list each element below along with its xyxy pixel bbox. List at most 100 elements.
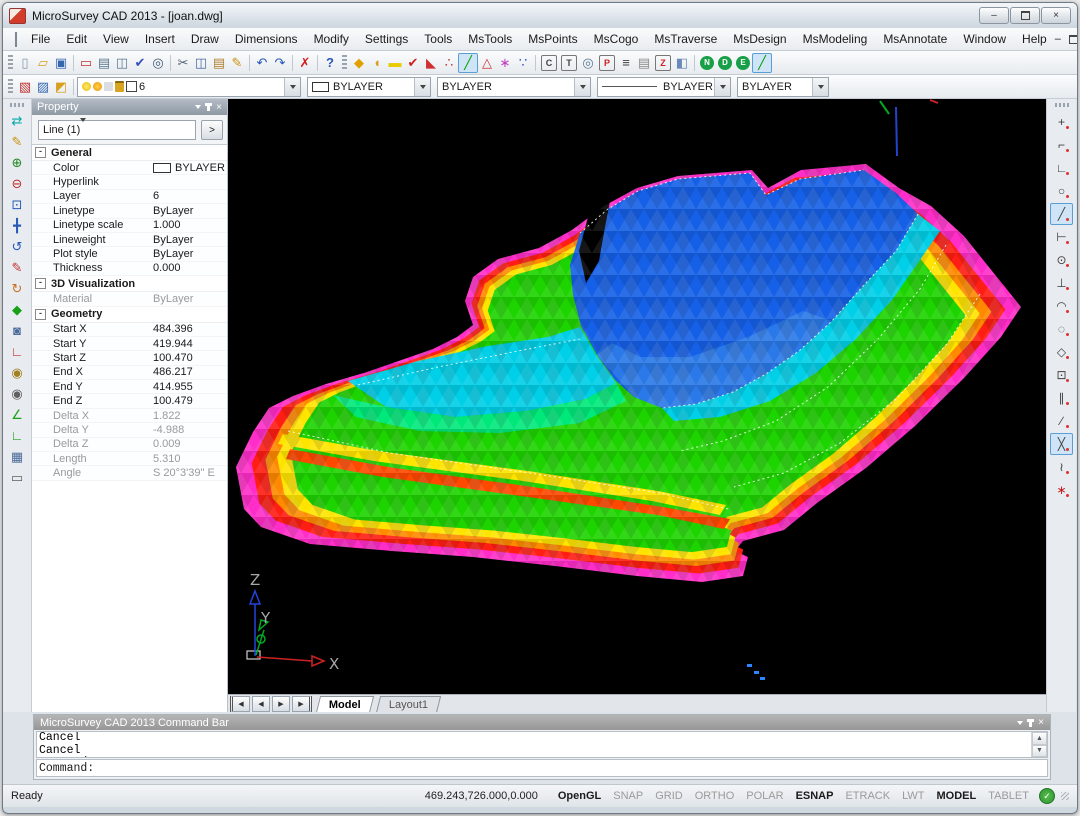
menu-mstools[interactable]: MsTools xyxy=(460,29,520,49)
camera-icon[interactable]: ◙ xyxy=(7,320,27,341)
orbit-icon[interactable]: ↻ xyxy=(7,278,27,299)
snap-parallel-icon[interactable]: ∥ xyxy=(1050,387,1073,409)
paste-icon[interactable]: ▤ xyxy=(210,54,228,72)
zoom-window-icon[interactable]: ⊡ xyxy=(7,194,27,215)
ms-notes-icon[interactable]: ▤ xyxy=(635,54,653,72)
ms-layers-icon[interactable]: ◧ xyxy=(673,54,691,72)
toggle-polar[interactable]: POLAR xyxy=(740,790,789,802)
tab-last-button[interactable]: ▶ xyxy=(292,696,312,712)
menu-draw[interactable]: Draw xyxy=(183,29,227,49)
toggle-esnap[interactable]: ESNAP xyxy=(790,790,840,802)
menu-mspoints[interactable]: MsPoints xyxy=(520,29,585,49)
cmd-close-icon[interactable]: × xyxy=(1038,717,1044,728)
ms-c-icon[interactable]: C xyxy=(541,55,557,71)
ms-t-icon[interactable]: T xyxy=(561,55,577,71)
snap-insertion-icon[interactable]: ⊡ xyxy=(1050,364,1073,386)
ms-check-icon[interactable]: ✔ xyxy=(404,54,422,72)
property-value[interactable]: 0.009 xyxy=(153,438,227,450)
command-history-scrollbar[interactable]: ▲ ▼ xyxy=(1031,732,1047,757)
snap-center-icon[interactable]: ⊙ xyxy=(1050,249,1073,271)
lineweight-combo-arrow[interactable] xyxy=(714,78,730,96)
lineweight-combo[interactable]: BYLAYER xyxy=(597,77,731,97)
snap-intersection-icon[interactable]: ╳ xyxy=(1050,433,1073,455)
ms-locate-icon[interactable]: ◆ xyxy=(350,54,368,72)
menu-mstraverse[interactable]: MsTraverse xyxy=(646,29,725,49)
command-bar-titlebar[interactable]: MicroSurvey CAD 2013 Command Bar × xyxy=(34,715,1050,730)
zoom-out-icon[interactable]: ⊖ xyxy=(7,173,27,194)
named-views-icon[interactable]: ✎ xyxy=(7,257,27,278)
layer-preview-icon[interactable]: ◩ xyxy=(52,78,70,96)
command-history[interactable]: Cancel Cancel Command: ▲ ▼ xyxy=(36,731,1048,758)
restore-button[interactable] xyxy=(1010,7,1040,24)
renderer-indicator[interactable]: OpenGL xyxy=(552,790,607,802)
selector-more-button[interactable]: > xyxy=(201,120,223,140)
mdi-minimize-button[interactable]: – xyxy=(1055,33,1061,45)
property-value[interactable]: 6 xyxy=(153,190,227,202)
snap-perpendicular-icon[interactable]: ⊥ xyxy=(1050,272,1073,294)
regen-icon[interactable]: ✎ xyxy=(7,131,27,152)
menu-dimensions[interactable]: Dimensions xyxy=(227,29,306,49)
menu-file[interactable]: File xyxy=(23,29,58,49)
ms-triangle-icon[interactable]: △ xyxy=(478,54,496,72)
print-preview-icon[interactable]: ◫ xyxy=(113,54,131,72)
menu-msannotate[interactable]: MsAnnotate xyxy=(875,29,955,49)
redo-icon[interactable]: ↷ xyxy=(271,54,289,72)
snap-quadrant-icon[interactable]: ◇ xyxy=(1050,341,1073,363)
snap-node-icon[interactable]: ◌ xyxy=(1050,318,1073,340)
redraw-icon[interactable]: ⇄ xyxy=(7,110,27,131)
plot-area-icon[interactable]: ▭ xyxy=(77,54,95,72)
property-section-header[interactable]: -General xyxy=(32,145,227,161)
snap-apparent-icon[interactable]: ∕ xyxy=(1050,410,1073,432)
linetype-combo[interactable]: BYLAYER xyxy=(437,77,591,97)
menu-modify[interactable]: Modify xyxy=(306,29,357,49)
property-value[interactable]: ByLayer xyxy=(153,248,227,260)
snap-tangent-icon[interactable]: ◠ xyxy=(1050,295,1073,317)
property-section-header[interactable]: -3D Visualization xyxy=(32,276,227,292)
property-value[interactable]: 419.944 xyxy=(153,338,227,350)
property-value[interactable]: 1.000 xyxy=(153,219,227,231)
plotstyle-combo[interactable]: BYLAYER xyxy=(737,77,829,97)
copy-icon[interactable]: ◫ xyxy=(192,54,210,72)
snap-midpoint-icon[interactable]: ⊢ xyxy=(1050,226,1073,248)
property-value[interactable]: 414.955 xyxy=(153,381,227,393)
snap-endpoint-icon[interactable]: ∟ xyxy=(1050,157,1073,179)
property-value[interactable]: 1.822 xyxy=(153,410,227,422)
hide-icon[interactable]: ◉ xyxy=(7,362,27,383)
menu-settings[interactable]: Settings xyxy=(357,29,416,49)
menu-insert[interactable]: Insert xyxy=(137,29,183,49)
find-icon[interactable]: ◎ xyxy=(149,54,167,72)
ms-zoom-points-icon[interactable]: ◎ xyxy=(579,54,597,72)
ms-elevation-icon[interactable]: E xyxy=(736,56,750,70)
ucs-previous-icon[interactable]: ∟ xyxy=(7,425,27,446)
model-space-icon[interactable]: ▭ xyxy=(7,467,27,488)
entity-selector[interactable]: Line (1) xyxy=(38,120,196,140)
plotstyle-combo-arrow[interactable] xyxy=(812,78,828,96)
tab-prev-button[interactable]: ◀ xyxy=(252,696,270,712)
view-previous-icon[interactable]: ↺ xyxy=(7,236,27,257)
tab-layout1[interactable]: Layout1 xyxy=(376,696,441,713)
ms-draw-line-icon[interactable]: ╱ xyxy=(458,53,478,73)
ms-points-icon[interactable]: ∴ xyxy=(440,54,458,72)
toggle-grid[interactable]: GRID xyxy=(649,790,689,802)
property-value[interactable]: 5.310 xyxy=(153,453,227,465)
ms-pts-icon[interactable]: ∵ xyxy=(514,54,532,72)
toggle-model[interactable]: MODEL xyxy=(931,790,983,802)
ms-line2-icon[interactable]: ╱ xyxy=(752,53,772,73)
linetype-combo-arrow[interactable] xyxy=(574,78,590,96)
color-combo-arrow[interactable] xyxy=(414,78,430,96)
toggle-ortho[interactable]: ORTHO xyxy=(689,790,741,802)
collapse-section-icon[interactable]: - xyxy=(35,278,46,289)
cmd-pin-icon[interactable] xyxy=(1029,719,1032,727)
layer-combo[interactable]: 6 xyxy=(77,77,301,97)
close-button[interactable]: × xyxy=(1041,7,1071,24)
help-icon[interactable]: ? xyxy=(321,54,339,72)
menu-view[interactable]: View xyxy=(95,29,137,49)
cmd-collapse-icon[interactable] xyxy=(1017,721,1023,725)
menu-tools[interactable]: Tools xyxy=(416,29,460,49)
layer-explorer-icon[interactable]: ▨ xyxy=(34,78,52,96)
color-combo[interactable]: BYLAYER xyxy=(307,77,431,97)
toggle-snap[interactable]: SNAP xyxy=(607,790,649,802)
snap-tracking-icon[interactable]: + xyxy=(1050,111,1073,133)
panel-collapse-icon[interactable] xyxy=(195,105,201,109)
ms-arrow-icon[interactable]: ◣ xyxy=(422,54,440,72)
